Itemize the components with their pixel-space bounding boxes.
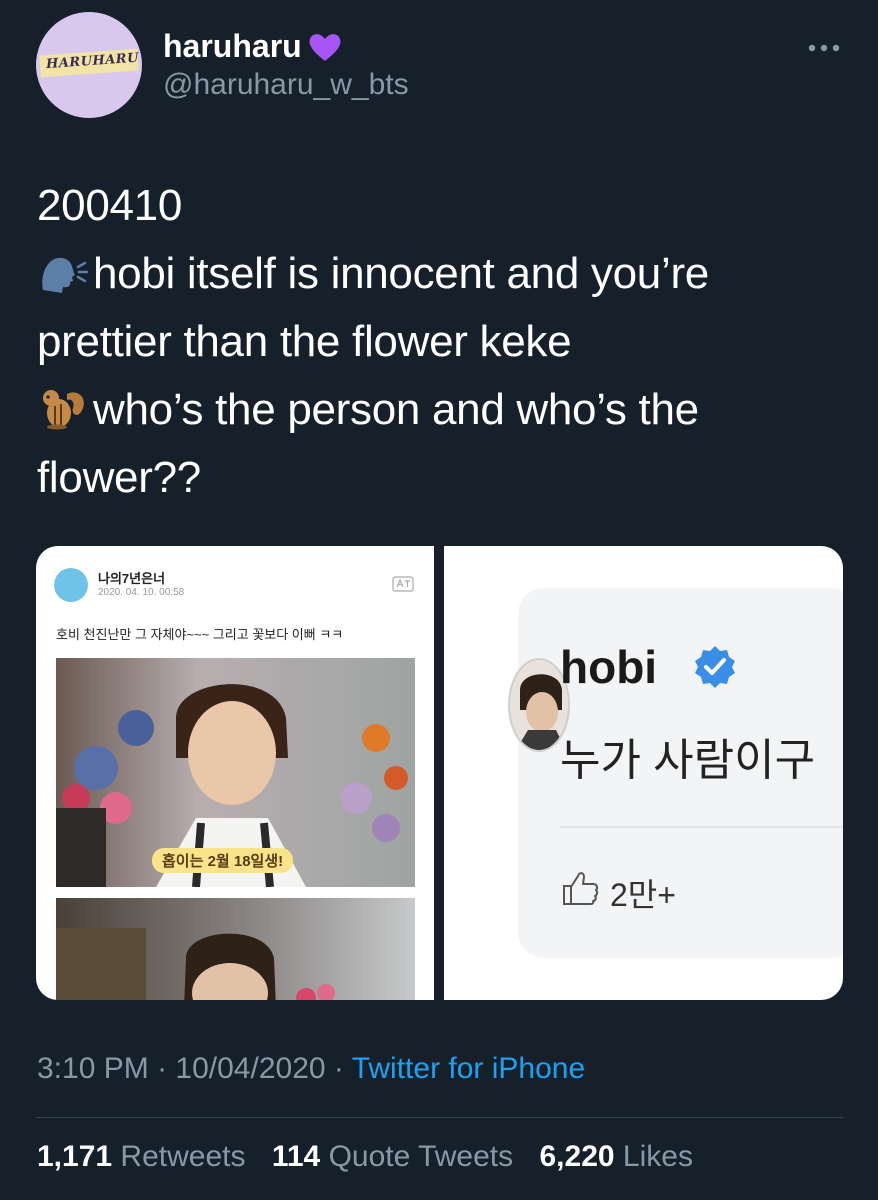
commenter-name: hobi xyxy=(560,641,658,693)
tweet-text: 200410 hobi itself is innocent and you’r… xyxy=(37,172,837,512)
comment-like-count: 2만+ xyxy=(610,877,676,913)
tweet-line-4-text: who’s the person and who’s the xyxy=(93,385,699,434)
tweet-timestamp: 3:10 PM · 10/04/2020 · Twitter for iPhon… xyxy=(37,1052,585,1086)
chipmunk-emoji-icon xyxy=(43,390,84,430)
tweet-line-5: flower?? xyxy=(37,453,201,502)
more-options-icon[interactable] xyxy=(806,36,842,60)
post-account-name: 나의7년은너 xyxy=(98,571,166,586)
user-avatar[interactable]: HARUHARU xyxy=(36,12,142,118)
tweet-line-2: hobi itself is innocent and you’re xyxy=(37,240,837,308)
tweet-line-4: who’s the person and who’s the xyxy=(37,376,837,444)
display-name[interactable]: haruharu xyxy=(163,28,342,65)
quote-tweets-stat[interactable]: 114 Quote Tweets xyxy=(272,1140,513,1173)
purple-heart-icon xyxy=(309,33,341,61)
speaking-head-emoji-icon xyxy=(42,257,89,293)
comment-text: 누가 사람이구 xyxy=(560,736,816,785)
post-text: 호비 천진난만 그 자체야~~~ 그리고 꽃보다 이뻐 ㅋㅋ xyxy=(56,627,344,642)
thumbs-up-icon xyxy=(563,872,599,905)
photo-second-drawing xyxy=(56,928,335,1000)
meta-separator-2: · xyxy=(333,1052,344,1085)
media-image-right[interactable]: hobi 누가 사람이구 2만+ xyxy=(444,546,843,1000)
retweets-stat[interactable]: 1,171 Retweets xyxy=(37,1140,245,1173)
photo-flower-shop: 홉이는 2월 18일생! xyxy=(56,658,415,887)
verified-badge-icon xyxy=(695,646,735,688)
likes-label: Likes xyxy=(622,1140,693,1173)
post-date: 2020. 04. 10. 00:58 xyxy=(98,587,185,598)
tweet-time[interactable]: 3:10 PM xyxy=(37,1052,149,1085)
meta-separator-1: · xyxy=(157,1052,168,1085)
quote-tweets-count: 114 xyxy=(271,1140,321,1173)
tweet-line-3: prettier than the flower keke xyxy=(37,317,572,366)
retweets-count: 1,171 xyxy=(37,1140,113,1173)
post-account-avatar xyxy=(54,568,88,602)
translate-icon xyxy=(392,576,414,592)
likes-stat[interactable]: 6,220 Likes xyxy=(539,1140,692,1173)
divider xyxy=(36,1117,843,1118)
comment-divider xyxy=(560,826,843,828)
quote-tweets-label: Quote Tweets xyxy=(328,1140,514,1173)
display-name-text: haruharu xyxy=(163,28,302,64)
tweet-media[interactable]: 나의7년은너 2020. 04. 10. 00:58 호비 천진난만 그 자체야… xyxy=(36,546,843,1000)
tweet-date[interactable]: 10/04/2020 xyxy=(175,1052,325,1085)
user-handle[interactable]: @haruharu_w_bts xyxy=(163,68,409,102)
tweet-line-1: 200410 xyxy=(37,181,183,230)
photo-second xyxy=(56,898,415,1000)
tweet-source-link[interactable]: Twitter for iPhone xyxy=(352,1052,585,1085)
likes-count: 6,220 xyxy=(539,1140,615,1173)
tweet-stats: 1,171 Retweets 114 Quote Tweets 6,220 Li… xyxy=(37,1140,711,1174)
media-image-left[interactable]: 나의7년은너 2020. 04. 10. 00:58 호비 천진난만 그 자체야… xyxy=(36,546,434,1000)
retweets-label: Retweets xyxy=(120,1140,246,1173)
tweet-line-2-text: hobi itself is innocent and you’re xyxy=(93,249,709,298)
photo-caption-sticker: 홉이는 2월 18일생! xyxy=(152,848,294,873)
